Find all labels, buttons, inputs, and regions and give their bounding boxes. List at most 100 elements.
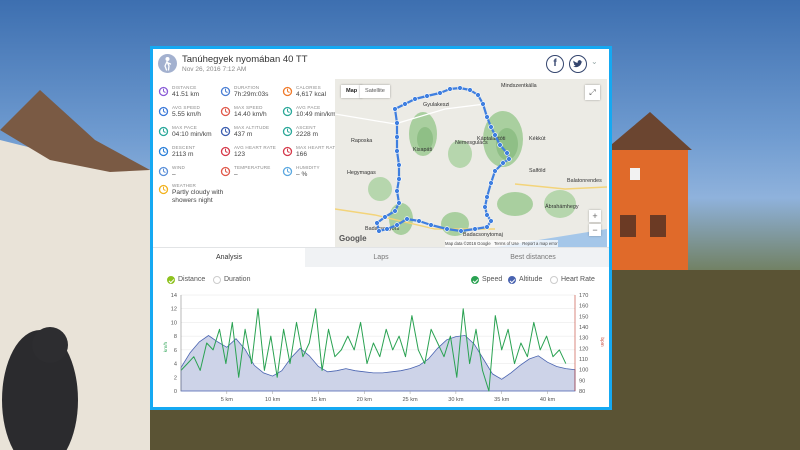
map-view-button[interactable]: Map — [341, 85, 363, 98]
stat-label: DISTANCE — [172, 85, 197, 90]
route-waypoint-dot[interactable] — [457, 85, 463, 91]
route-waypoint-dot[interactable] — [424, 93, 430, 99]
route-waypoint-dot[interactable] — [382, 214, 388, 220]
speedometer-icon — [158, 126, 169, 137]
tab-laps[interactable]: Laps — [305, 248, 457, 268]
route-waypoint-dot[interactable] — [394, 134, 400, 140]
route-map[interactable]: Mindszentkálla Gyulakeszi Raposka Kisapáti K… — [335, 79, 607, 247]
ascent-icon — [282, 126, 293, 137]
stat-label: MAX SPEED — [234, 105, 263, 110]
map-place-label: Gyulakeszi — [423, 102, 449, 108]
route-waypoint-dot[interactable] — [396, 200, 402, 206]
heart-rate-checkbox-icon — [550, 276, 558, 284]
route-waypoint-dot[interactable] — [447, 86, 453, 92]
route-waypoint-dot[interactable] — [488, 180, 494, 186]
stopwatch-icon — [220, 86, 231, 97]
route-waypoint-dot[interactable] — [488, 218, 494, 224]
route-waypoint-dot[interactable] — [404, 216, 410, 222]
route-waypoint-dot[interactable] — [472, 226, 478, 232]
distance-checkbox-icon — [167, 276, 175, 284]
y-tick-label: 12 — [171, 307, 177, 313]
route-waypoint-dot[interactable] — [467, 87, 473, 93]
heart-rate-toggle[interactable]: Heart Rate — [550, 275, 595, 285]
route-waypoint-dot[interactable] — [437, 90, 443, 96]
route-waypoint-dot[interactable] — [484, 194, 490, 200]
stat-label: WEATHER — [172, 183, 197, 188]
route-waypoint-dot[interactable] — [384, 226, 390, 232]
speedometer-icon — [220, 106, 231, 117]
route-waypoint-dot[interactable] — [376, 228, 382, 234]
route-waypoint-dot[interactable] — [475, 92, 481, 98]
distance-toggle-label: Distance — [178, 276, 206, 283]
y2-tick-label: 170 — [579, 293, 588, 299]
duration-toggle[interactable]: Duration — [213, 275, 250, 285]
report-map-error-link[interactable]: Report a map error — [522, 241, 557, 246]
route-waypoint-dot[interactable] — [482, 204, 488, 210]
route-waypoint-dot[interactable] — [506, 156, 512, 162]
stat-label: ASCENT — [296, 125, 316, 130]
speed-toggle[interactable]: Speed — [471, 275, 502, 285]
map-place-label: Ábrahámhegy — [545, 203, 579, 210]
fullscreen-icon[interactable]: ⤢ — [585, 85, 600, 100]
stat-value: 123 — [234, 151, 246, 158]
route-waypoint-dot[interactable] — [402, 101, 408, 107]
route-waypoint-dot[interactable] — [394, 148, 400, 154]
tab-analysis[interactable]: Analysis — [153, 248, 305, 268]
weather-icon — [158, 184, 169, 195]
stat-label: TEMPERATURE — [234, 165, 271, 170]
zoom-out-button[interactable]: − — [589, 224, 601, 236]
route-waypoint-dot[interactable] — [484, 224, 490, 230]
route-waypoint-dot[interactable] — [484, 212, 490, 218]
route-waypoint-dot[interactable] — [492, 168, 498, 174]
route-waypoint-dot[interactable] — [444, 226, 450, 232]
google-logo: Google — [339, 234, 367, 243]
terms-link[interactable]: Terms of Use — [494, 241, 519, 246]
stat-value: 2228 m — [296, 131, 318, 138]
satellite-view-button[interactable]: Satellite — [360, 85, 390, 98]
route-waypoint-dot[interactable] — [394, 188, 400, 194]
stat-label: HUMIDITY — [296, 165, 320, 170]
route-waypoint-dot[interactable] — [412, 96, 418, 102]
route-waypoint-dot[interactable] — [394, 120, 400, 126]
analysis-chart[interactable]: km/h bpm 0 2 4 6 8 10 12 14 80 90 100 110 120 130 140 1… — [153, 287, 609, 407]
workout-date: Nov 26, 2016 7:12 AM — [182, 66, 247, 73]
x-tick-label: 35 km — [494, 397, 510, 403]
map-place-label: Kékkút — [529, 136, 546, 142]
chevron-down-icon[interactable]: ⌄ — [591, 57, 598, 66]
speedometer-icon — [158, 106, 169, 117]
stat-value: 04:10 min/km — [172, 131, 212, 138]
descent-icon — [158, 146, 169, 157]
route-waypoint-dot[interactable] — [492, 132, 498, 138]
route-waypoint-dot[interactable] — [458, 228, 464, 234]
stat-value: – — [172, 171, 176, 178]
route-waypoint-dot[interactable] — [392, 106, 398, 112]
zoom-in-button[interactable]: + — [589, 210, 601, 222]
y2-tick-label: 80 — [579, 389, 585, 395]
x-tick-label: 15 km — [311, 397, 327, 403]
stat-value: 2113 m — [172, 151, 194, 158]
tab-best-distances[interactable]: Best distances — [457, 248, 609, 268]
route-waypoint-dot[interactable] — [396, 162, 402, 168]
route-waypoint-dot[interactable] — [504, 150, 510, 156]
route-waypoint-dot[interactable] — [500, 160, 506, 166]
stat-label: DESCENT — [172, 145, 196, 150]
route-waypoint-dot[interactable] — [396, 176, 402, 182]
duration-toggle-label: Duration — [224, 276, 251, 283]
route-waypoint-dot[interactable] — [374, 220, 380, 226]
twitter-share-button[interactable] — [569, 55, 587, 73]
route-waypoint-dot[interactable] — [416, 218, 422, 224]
map-canvas[interactable]: Mindszentkálla Gyulakeszi Raposka Kisapáti K… — [335, 79, 607, 247]
route-waypoint-dot[interactable] — [480, 101, 486, 107]
route-waypoint-dot[interactable] — [497, 142, 503, 148]
map-place-label: Salföld — [529, 168, 545, 174]
route-waypoint-dot[interactable] — [488, 124, 494, 130]
route-waypoint-dot[interactable] — [484, 114, 490, 120]
y-axis-label: km/h — [163, 341, 169, 352]
workout-card: Tanúhegyek nyomában 40 TT Nov 26, 2016 7… — [150, 46, 612, 410]
altitude-toggle[interactable]: Altitude — [508, 275, 542, 285]
route-waypoint-dot[interactable] — [428, 222, 434, 228]
facebook-share-button[interactable]: f — [546, 55, 564, 73]
distance-toggle[interactable]: Distance — [167, 275, 205, 285]
route-waypoint-dot[interactable] — [392, 208, 398, 214]
route-waypoint-dot[interactable] — [394, 222, 400, 228]
